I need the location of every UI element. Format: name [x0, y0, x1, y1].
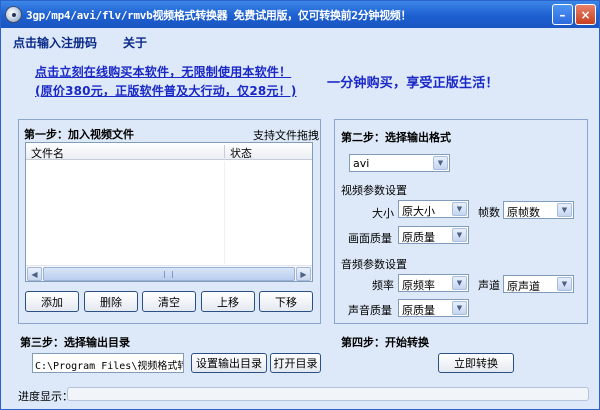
audio-quality-label: 声音质量	[348, 304, 392, 317]
menu-register[interactable]: 点击输入注册码	[13, 34, 97, 51]
promo-buy-link[interactable]: 点击立刻在线购买本软件，无限制使用本软件！	[35, 63, 291, 80]
clear-button[interactable]: 清空	[142, 291, 196, 312]
chevron-down-icon[interactable]: ▼	[452, 276, 467, 290]
output-path-field[interactable]: C:\Program Files\视频格式转换器	[32, 353, 184, 373]
samplerate-value: 原频率	[402, 279, 435, 292]
convert-now-button[interactable]: 立即转换	[438, 353, 514, 373]
samplerate-select[interactable]: 原频率 ▼	[398, 274, 469, 292]
window-title: 3gp/mp4/avi/flv/rmvb视频格式转换器 免费试用版，仅可转换前2…	[26, 9, 412, 22]
scroll-thumb[interactable]	[43, 267, 295, 281]
delete-button[interactable]: 删除	[84, 291, 138, 312]
progress-bar	[67, 387, 589, 401]
format-value: avi	[353, 157, 370, 170]
column-gridline	[224, 161, 225, 264]
audio-quality-select[interactable]: 原质量 ▼	[398, 299, 469, 317]
drag-hint: 支持文件拖拽	[253, 129, 319, 142]
column-status[interactable]: 状态	[230, 145, 252, 161]
video-quality-label: 画面质量	[348, 232, 392, 245]
close-button[interactable]: ×	[575, 4, 596, 25]
main-window: 3gp/mp4/avi/flv/rmvb视频格式转换器 免费试用版，仅可转换前2…	[0, 0, 600, 410]
chevron-down-icon[interactable]: ▼	[557, 203, 572, 217]
size-select[interactable]: 原大小 ▼	[398, 200, 469, 218]
promo-slogan: 一分钟购买，享受正版生活！	[327, 76, 499, 91]
step4-title: 第四步：开始转换	[341, 336, 429, 349]
size-value: 原大小	[402, 205, 435, 218]
framerate-select[interactable]: 原帧数 ▼	[503, 201, 574, 219]
step3-title: 第三步：选择输出目录	[20, 336, 130, 349]
disc-icon	[5, 6, 22, 23]
chevron-down-icon[interactable]: ▼	[557, 277, 572, 291]
file-list-header: 文件名 状态	[26, 143, 312, 160]
format-select[interactable]: avi ▼	[349, 154, 450, 172]
video-quality-select[interactable]: 原质量 ▼	[398, 226, 469, 244]
progress-label: 进度显示：	[18, 390, 73, 403]
channel-value: 原声道	[507, 280, 540, 293]
scroll-right-icon[interactable]: ▶	[296, 267, 311, 281]
move-up-button[interactable]: 上移	[201, 291, 255, 312]
title-bar[interactable]: 3gp/mp4/avi/flv/rmvb视频格式转换器 免费试用版，仅可转换前2…	[1, 1, 599, 28]
chevron-down-icon[interactable]: ▼	[433, 156, 448, 170]
samplerate-label: 频率	[372, 279, 394, 292]
horizontal-scrollbar[interactable]: ◀ ▶	[26, 265, 312, 281]
chevron-down-icon[interactable]: ▼	[452, 228, 467, 242]
step1-title: 第一步：加入视频文件	[24, 128, 134, 141]
step2-group	[334, 119, 588, 324]
column-filename[interactable]: 文件名	[31, 145, 64, 161]
framerate-label: 帧数	[478, 206, 500, 219]
step2-title: 第二步：选择输出格式	[341, 131, 451, 144]
chevron-down-icon[interactable]: ▼	[452, 301, 467, 315]
channel-label: 声道	[478, 279, 500, 292]
scroll-left-icon[interactable]: ◀	[27, 267, 42, 281]
open-dir-button[interactable]: 打开目录	[270, 353, 321, 373]
minimize-button[interactable]: –	[552, 4, 573, 25]
channel-select[interactable]: 原声道 ▼	[503, 275, 574, 293]
chevron-down-icon[interactable]: ▼	[452, 202, 467, 216]
size-label: 大小	[372, 207, 394, 220]
file-list[interactable]: 文件名 状态 ◀ ▶	[25, 142, 313, 282]
promo-price-link[interactable]: (原价380元，正版软件普及大行动，仅28元！)	[35, 82, 297, 99]
column-separator[interactable]	[224, 145, 225, 158]
add-button[interactable]: 添加	[25, 291, 79, 312]
grip-icon	[164, 271, 173, 278]
set-output-dir-button[interactable]: 设置输出目录	[191, 353, 267, 373]
menu-about[interactable]: 关于	[123, 34, 147, 51]
move-down-button[interactable]: 下移	[259, 291, 313, 312]
framerate-value: 原帧数	[507, 206, 540, 219]
video-section-label: 视频参数设置	[341, 184, 407, 197]
audio-section-label: 音频参数设置	[341, 258, 407, 271]
video-quality-value: 原质量	[402, 231, 435, 244]
audio-quality-value: 原质量	[402, 304, 435, 317]
